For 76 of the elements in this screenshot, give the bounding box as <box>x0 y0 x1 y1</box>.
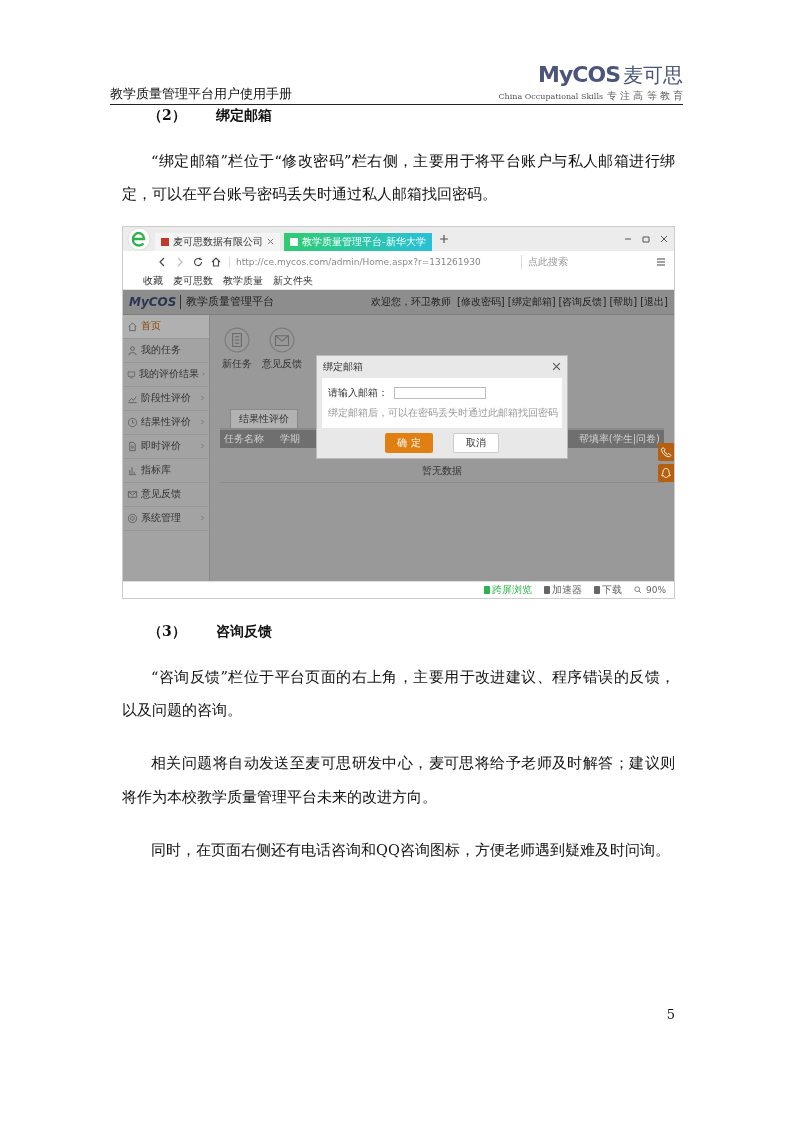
welcome-text: 欢迎您，环卫教师 <box>370 294 451 309</box>
close-icon[interactable] <box>660 234 668 243</box>
confirm-button[interactable]: 确 定 <box>385 432 433 453</box>
browser-tab[interactable]: 麦可思数据有限公司 <box>155 232 280 251</box>
document-icon[interactable] <box>224 326 250 353</box>
status-item[interactable]: 加速器 <box>552 582 582 597</box>
logo-brand: MyCOS <box>538 62 620 87</box>
plus-icon[interactable] <box>439 234 448 243</box>
sidebar-item[interactable]: 系统管理 <box>123 506 209 531</box>
section-title: 咨询反馈 <box>215 622 272 641</box>
document-title: 教学质量管理平台用户使用手册 <box>110 85 292 103</box>
sidebar-item[interactable]: 指标库 <box>123 458 209 483</box>
sidebar-item[interactable]: 结果性评价 <box>123 410 209 435</box>
header-link[interactable]: [退出] <box>640 294 668 309</box>
document-icon <box>127 440 138 452</box>
shortcut-label[interactable]: 新任务 <box>222 356 252 371</box>
paragraph: “咨询反馈”栏位于平台页面的右上角，主要用于改进建议、程序错误的反馈，以及问题的咨询。 <box>122 667 675 721</box>
header-link[interactable]: [修改密码] <box>456 294 505 309</box>
home-icon[interactable] <box>211 256 221 267</box>
sidebar-item[interactable]: 阶段性评价 <box>123 386 209 411</box>
page-number: 5 <box>666 1007 675 1022</box>
zoom-level[interactable]: 90% <box>646 584 666 595</box>
bookmark[interactable]: 麦可思数 <box>173 273 213 288</box>
close-icon[interactable] <box>267 238 274 246</box>
maximize-icon[interactable] <box>642 234 650 243</box>
sidebar-item[interactable]: 我的评价结果 <box>123 362 209 387</box>
paragraph: “绑定邮箱”栏位于“修改密码”栏右侧，主要用于将平台账户与私人邮箱进行绑定，可以在平台账号密码丢失时通过私人邮箱找回密码。 <box>122 152 675 205</box>
bar-chart-icon <box>127 464 138 476</box>
header-link[interactable]: [帮助] <box>609 294 638 309</box>
dialog-title: 绑定邮箱 <box>323 359 363 374</box>
search-field[interactable]: 点此搜索 <box>521 254 648 269</box>
bookmark[interactable]: 新文件夹 <box>273 273 313 288</box>
field-label: 请输入邮箱： <box>328 385 388 400</box>
reload-icon[interactable] <box>193 256 203 267</box>
person-icon <box>127 344 138 356</box>
envelope-icon[interactable] <box>269 326 295 353</box>
close-icon[interactable] <box>552 362 561 372</box>
home-icon <box>127 320 138 332</box>
bookmark[interactable]: 教学质量 <box>223 273 263 288</box>
back-icon[interactable] <box>157 256 167 267</box>
sidebar-item[interactable]: 意见反馈 <box>123 482 209 507</box>
menu-icon[interactable] <box>656 256 666 267</box>
shortcut-label[interactable]: 意见反馈 <box>262 356 302 371</box>
header-link[interactable]: [绑定邮箱] <box>507 294 556 309</box>
sidebar-item[interactable]: 首页 <box>123 314 209 339</box>
address-bar[interactable]: http://ce.mycos.com/admin/Home.aspx?r=131261930 <box>229 256 513 267</box>
hint-text: 绑定邮箱后，可以在密码丢失时通过此邮箱找回密码 <box>328 405 556 420</box>
phone-icon <box>660 445 672 458</box>
clock-icon <box>127 416 138 428</box>
logo-tagline: China Occupational Skills <box>498 91 604 101</box>
envelope-icon <box>127 488 138 500</box>
monitor-icon <box>127 368 136 380</box>
chat-button[interactable] <box>658 463 674 482</box>
header-link[interactable]: [咨询反馈] <box>558 294 607 309</box>
section-number: （2） <box>148 107 186 125</box>
section-title: 绑定邮箱 <box>215 107 272 125</box>
status-item[interactable]: 下载 <box>602 582 622 597</box>
cancel-button[interactable]: 取消 <box>452 432 499 453</box>
app-logo: MyCOS <box>129 294 182 309</box>
phone-button[interactable] <box>658 442 674 461</box>
paragraph: 相关问题将自动发送至麦可思研发中心，麦可思将给予老师及时解答；建议则将作为本校教学质量管理平台未来的改进方向。 <box>122 754 675 807</box>
sidebar-item[interactable]: 即时评价 <box>123 434 209 459</box>
content-tab[interactable]: 结果性评价 <box>230 408 298 428</box>
email-field[interactable] <box>394 386 486 399</box>
section-number: （3） <box>148 622 186 641</box>
status-item[interactable]: 跨屏浏览 <box>492 582 532 597</box>
forward-icon[interactable] <box>175 256 185 267</box>
paragraph: 同时，在页面右侧还有电话咨询和QQ咨询图标，方便老师遇到疑难及时问询。 <box>150 841 671 861</box>
settings-icon <box>127 512 138 524</box>
search-icon <box>634 585 642 594</box>
bookmark[interactable]: 收藏 <box>143 273 163 288</box>
penguin-icon <box>660 466 672 479</box>
sidebar-item[interactable]: 我的任务 <box>123 338 209 363</box>
logo-tagline: 专 注 高 等 教 育 <box>607 89 683 103</box>
logo-name: 麦可思 <box>623 62 683 89</box>
app-title: 教学质量管理平台 <box>186 294 275 310</box>
